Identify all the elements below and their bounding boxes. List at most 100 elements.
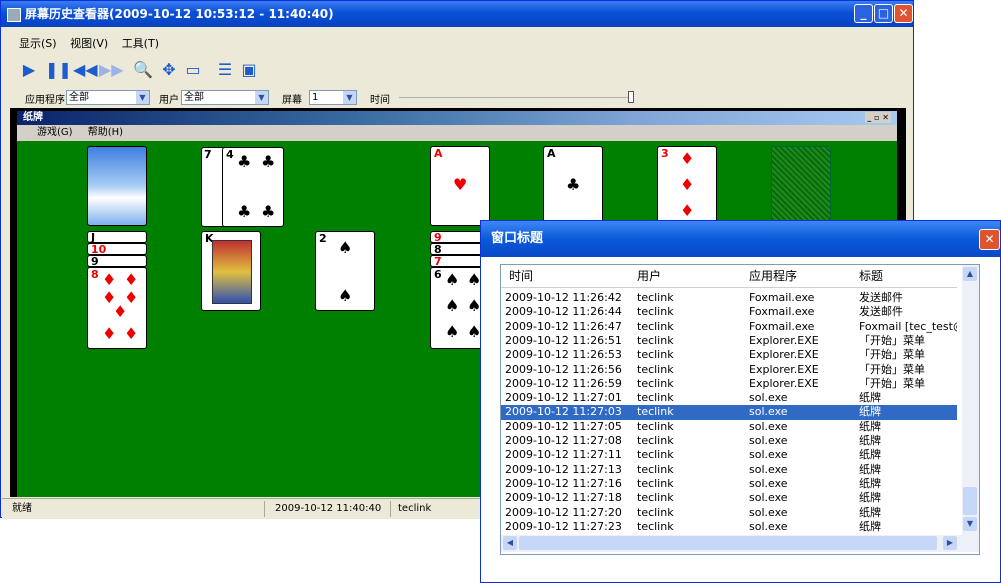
- list-row[interactable]: 2009-10-12 11:27:13 teclink sol.exe 纸牌: [501, 463, 957, 478]
- horizontal-scrollbar[interactable]: ◀ ▶: [501, 535, 979, 552]
- column-header-user[interactable]: 用户: [637, 265, 661, 287]
- locate-icon[interactable]: ✥: [159, 59, 179, 81]
- diamond-icon: ♦: [680, 201, 695, 220]
- row-user: teclink: [637, 362, 674, 376]
- row-time: 2009-10-12 11:27:11: [505, 448, 622, 462]
- club-icon: ♣: [261, 152, 276, 171]
- minimize-icon[interactable]: _: [854, 4, 873, 23]
- row-app: Foxmail.exe: [749, 319, 815, 333]
- user-filter-select[interactable]: 全部 ▼: [181, 90, 269, 105]
- list-row[interactable]: 2009-10-12 11:27:18 teclink sol.exe 纸牌: [501, 491, 957, 506]
- screen-label: 屏幕: [282, 95, 302, 106]
- list-row[interactable]: 2009-10-12 11:27:23 teclink sol.exe 纸牌: [501, 520, 957, 535]
- row-title: 纸牌: [859, 462, 881, 476]
- scroll-left-icon[interactable]: ◀: [503, 536, 517, 550]
- list-row[interactable]: 2009-10-12 11:26:42 teclink Foxmail.exe 发送邮…: [501, 291, 957, 306]
- row-time: 2009-10-12 11:26:59: [505, 376, 622, 390]
- tableau-card: 9: [87, 255, 147, 267]
- row-time: 2009-10-12 11:26:56: [505, 362, 622, 376]
- row-user: teclink: [637, 348, 674, 362]
- list-row[interactable]: 2009-10-12 11:27:05 teclink sol.exe 纸牌: [501, 420, 957, 435]
- scroll-right-icon[interactable]: ▶: [943, 536, 957, 550]
- app-filter-select[interactable]: 全部 ▼: [66, 90, 150, 105]
- menu-game: 游戏(G): [37, 127, 73, 138]
- dialog-title: 窗口标题: [491, 231, 544, 246]
- row-app: Foxmail.exe: [749, 291, 815, 304]
- column-header-title[interactable]: 标题: [859, 265, 883, 287]
- window-title-list[interactable]: 时间 用户 应用程序 标题 2009-10-12 11:26:42 teclink…: [500, 264, 980, 555]
- row-user: teclink: [637, 391, 674, 405]
- chevron-down-icon[interactable]: ▼: [255, 91, 268, 104]
- chevron-down-icon[interactable]: ▼: [343, 91, 356, 104]
- play-icon[interactable]: ▶: [19, 59, 39, 81]
- list-icon[interactable]: ☰: [215, 59, 235, 81]
- list-row[interactable]: 2009-10-12 11:26:44 teclink Foxmail.exe 发送邮…: [501, 305, 957, 320]
- list-row[interactable]: 2009-10-12 11:26:47 teclink Foxmail.exe Fox…: [501, 320, 957, 335]
- row-user: teclink: [637, 462, 674, 476]
- row-title: 「开始」菜单: [859, 362, 925, 376]
- pause-icon[interactable]: ❚❚: [45, 59, 72, 81]
- diamond-icon: ♦: [680, 149, 695, 168]
- foundation-card: 3 ♦ ♦ ♦: [657, 146, 717, 226]
- rewind-icon[interactable]: ◀◀: [73, 59, 98, 81]
- close-icon[interactable]: ✕: [979, 229, 1000, 250]
- row-user: teclink: [637, 305, 674, 319]
- list-row[interactable]: 2009-10-12 11:27:11 teclink sol.exe 纸牌: [501, 448, 957, 463]
- main-title: 屏幕历史查看器(2009-10-12 10:53:12 - 11:40:40): [25, 7, 334, 21]
- menu-view[interactable]: 视图(V): [70, 37, 108, 50]
- h-scroll-thumb[interactable]: [519, 536, 937, 550]
- row-time: 2009-10-12 11:27:20: [505, 505, 622, 519]
- list-row[interactable]: 2009-10-12 11:27:20 teclink sol.exe 纸牌: [501, 506, 957, 521]
- list-row[interactable]: 2009-10-12 11:27:08 teclink sol.exe 纸牌: [501, 434, 957, 449]
- club-icon: ♣: [566, 175, 581, 194]
- list-row[interactable]: 2009-10-12 11:26:51 teclink Explorer.EXE 「开…: [501, 334, 957, 349]
- column-header-time[interactable]: 时间: [509, 265, 533, 287]
- scroll-down-icon[interactable]: ▼: [963, 517, 977, 531]
- row-title: Foxmail [tec_test@16: [859, 319, 957, 333]
- time-slider-thumb[interactable]: [628, 91, 634, 103]
- row-time: 2009-10-12 11:27:01: [505, 391, 622, 405]
- main-title-bar[interactable]: 屏幕历史查看器(2009-10-12 10:53:12 - 11:40:40) …: [1, 1, 913, 27]
- tableau-card: J: [87, 231, 147, 243]
- row-app: sol.exe: [749, 491, 788, 505]
- list-row[interactable]: 2009-10-12 11:27:16 teclink sol.exe 纸牌: [501, 477, 957, 492]
- row-user: teclink: [637, 448, 674, 462]
- menu-display[interactable]: 显示(S): [19, 37, 57, 50]
- empty-foundation: [771, 146, 831, 226]
- fast-forward-icon[interactable]: ▶▶: [99, 59, 124, 81]
- close-icon[interactable]: ✕: [894, 4, 913, 23]
- row-app: sol.exe: [749, 419, 788, 433]
- row-title: 纸牌: [859, 391, 881, 405]
- stock-pile: [87, 146, 147, 226]
- list-row[interactable]: 2009-10-12 11:26:56 teclink Explorer.EXE 「开…: [501, 363, 957, 378]
- fullscreen-icon[interactable]: ▭: [183, 59, 203, 81]
- row-title: 纸牌: [859, 419, 881, 433]
- scroll-up-icon[interactable]: ▲: [963, 267, 977, 281]
- list-row[interactable]: 2009-10-12 11:27:01 teclink sol.exe 纸牌: [501, 391, 957, 406]
- row-user: teclink: [637, 376, 674, 390]
- scroll-thumb[interactable]: [963, 487, 977, 515]
- menu-tools[interactable]: 工具(T): [122, 37, 159, 50]
- row-user: teclink: [637, 491, 674, 505]
- list-row[interactable]: 2009-10-12 11:26:59 teclink Explorer.EXE 「开…: [501, 377, 957, 392]
- list-rows: 2009-10-12 11:26:42 teclink Foxmail.exe 发送邮…: [501, 291, 957, 535]
- zoom-icon[interactable]: 🔍: [133, 59, 153, 81]
- chevron-down-icon[interactable]: ▼: [136, 91, 149, 104]
- spade-icon: ♠: [338, 238, 353, 257]
- save-icon[interactable]: ▣: [239, 59, 259, 81]
- dialog-title-bar[interactable]: 窗口标题 ✕: [481, 221, 1000, 257]
- list-row[interactable]: 2009-10-12 11:26:53 teclink Explorer.EXE 「开…: [501, 348, 957, 363]
- menu-bar: 显示(S) 视图(V) 工具(T): [19, 35, 169, 51]
- maximize-icon[interactable]: □: [874, 4, 893, 23]
- time-slider-track[interactable]: [399, 97, 631, 98]
- row-title: 纸牌: [859, 476, 881, 490]
- list-row[interactable]: 2009-10-12 11:27:03 teclink sol.exe 纸牌: [501, 405, 957, 421]
- row-app: Explorer.EXE: [749, 333, 819, 347]
- row-time: 2009-10-12 11:26:42: [505, 291, 622, 304]
- vertical-scrollbar[interactable]: ▲ ▼: [962, 265, 979, 535]
- row-app: sol.exe: [749, 391, 788, 405]
- screen-select[interactable]: 1 ▼: [309, 90, 357, 105]
- menu-help: 帮助(H): [87, 127, 124, 138]
- row-time: 2009-10-12 11:26:47: [505, 319, 622, 333]
- column-header-app[interactable]: 应用程序: [749, 265, 797, 287]
